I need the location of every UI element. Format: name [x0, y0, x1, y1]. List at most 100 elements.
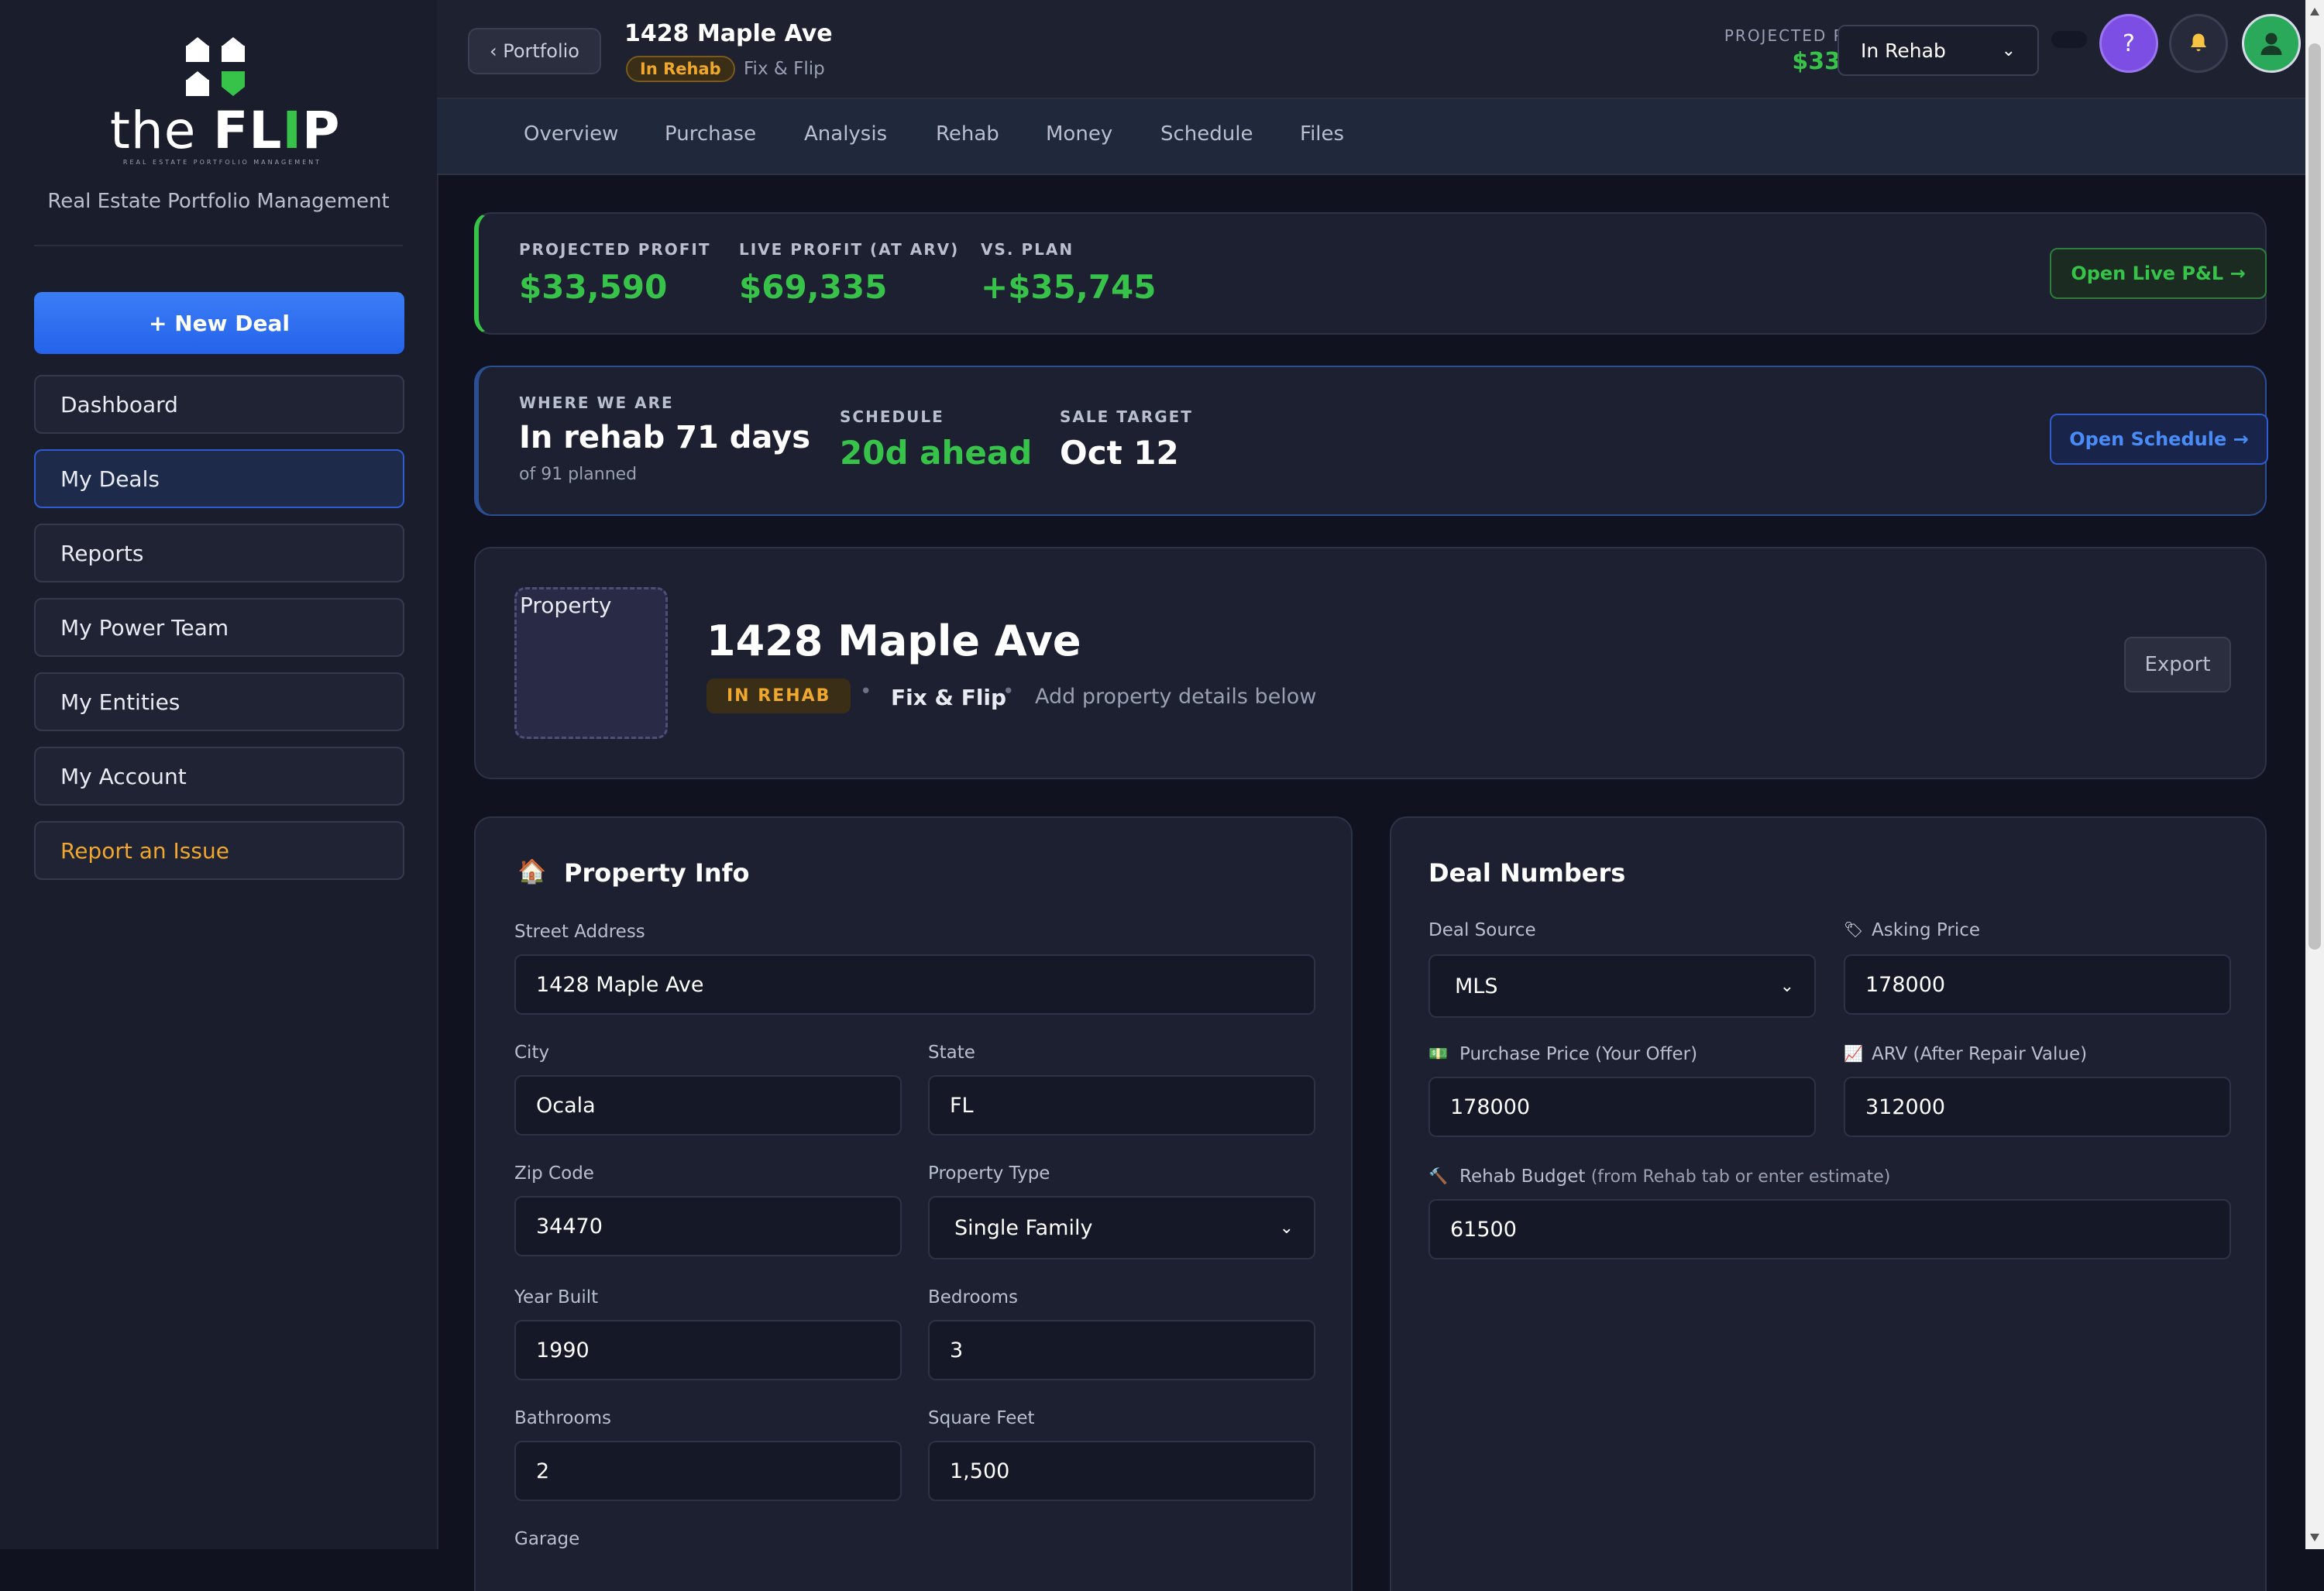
asking-price-label: Asking Price — [1872, 920, 1981, 940]
status-select[interactable]: In Rehab ⌄ — [1838, 25, 2039, 76]
bathrooms-input[interactable]: 2 — [514, 1441, 902, 1501]
kpi-vs-plan-label: VS. PLAN — [981, 240, 1074, 259]
sidebar-item-account[interactable]: My Account — [34, 747, 404, 806]
purchase-price-label: Purchase Price (Your Offer) — [1459, 1044, 1698, 1064]
kpi-vs-plan-value: +$35,745 — [981, 268, 1157, 306]
separator-dot: • — [1002, 680, 1015, 703]
back-to-portfolio-button[interactable]: ‹ Portfolio — [468, 28, 601, 74]
street-label: Street Address — [514, 922, 645, 942]
city-value: Ocala — [536, 1093, 596, 1118]
open-live-pl-button[interactable]: Open Live P&L → — [2050, 248, 2267, 299]
deal-numbers-title: Deal Numbers — [1428, 858, 1626, 888]
rehab-budget-value: 61500 — [1450, 1217, 1517, 1242]
chart-up-icon: 📈 — [1844, 1044, 1863, 1063]
street-value: 1428 Maple Ave — [536, 972, 704, 997]
sidebar: the FLIP REAL ESTATE PORTFOLIO MANAGEMEN… — [0, 0, 438, 1549]
schedule-value: 20d ahead — [840, 434, 1033, 472]
open-schedule-button[interactable]: Open Schedule → — [2050, 414, 2268, 465]
schedule-label: SCHEDULE — [840, 407, 944, 426]
property-status-badge: IN REHAB — [706, 679, 851, 713]
rehab-budget-input[interactable]: 61500 — [1428, 1199, 2231, 1259]
tab-files[interactable]: Files — [1300, 122, 1344, 146]
page-scrollbar[interactable] — [2305, 0, 2324, 1549]
help-button[interactable]: ? — [2099, 14, 2158, 73]
state-value: FL — [950, 1093, 974, 1118]
deal-source-select[interactable]: MLS ⌄ — [1428, 954, 1816, 1018]
state-input[interactable]: FL — [928, 1075, 1315, 1136]
state-label: State — [928, 1043, 975, 1063]
property-info-card: 🏠 Property Info Street Address 1428 Mapl… — [474, 816, 1353, 1591]
bathrooms-value: 2 — [536, 1459, 550, 1483]
year-built-input[interactable]: 1990 — [514, 1320, 902, 1380]
sidebar-item-entities[interactable]: My Entities — [34, 672, 404, 731]
zip-value: 34470 — [536, 1214, 603, 1239]
export-button[interactable]: Export — [2124, 637, 2231, 692]
arv-label: ARV (After Repair Value) — [1872, 1044, 2088, 1064]
property-hint: Add property details below — [1035, 685, 1317, 709]
property-type: Fix & Flip — [891, 685, 1007, 710]
logo-icon — [186, 37, 248, 99]
kpi-projected-profit-value: $33,590 — [519, 268, 668, 306]
schedule-summary-card: WHERE WE ARE In rehab 71 days of 91 plan… — [474, 366, 2268, 516]
sidebar-item-power-team[interactable]: My Power Team — [34, 598, 404, 657]
zip-label: Zip Code — [514, 1163, 594, 1184]
where-we-are-value: In rehab 71 days — [519, 420, 811, 455]
status-badge: In Rehab — [626, 56, 735, 82]
new-deal-button[interactable]: + New Deal — [34, 292, 404, 354]
deal-title: 1428 Maple Ave — [624, 20, 833, 47]
sale-target-value: Oct 12 — [1060, 434, 1179, 472]
tab-purchase[interactable]: Purchase — [665, 122, 756, 146]
tab-overview[interactable]: Overview — [524, 122, 618, 146]
scroll-down-arrow-icon[interactable] — [2310, 1534, 2319, 1541]
price-tag-icon: 🏷 — [1844, 920, 1864, 939]
property-type-select[interactable]: Single Family ⌄ — [928, 1196, 1315, 1259]
deal-tabs: Overview Purchase Analysis Rehab Money S… — [437, 99, 2324, 175]
app-tagline: Real Estate Portfolio Management — [47, 190, 390, 213]
purchase-price-input[interactable]: 178000 — [1428, 1077, 1816, 1137]
street-input[interactable]: 1428 Maple Ave — [514, 954, 1315, 1015]
sidebar-item-report-issue[interactable]: Report an Issue — [34, 821, 404, 880]
scrollbar-thumb[interactable] — [2309, 43, 2321, 950]
user-avatar[interactable] — [2242, 14, 2301, 73]
help-icon: ? — [2123, 29, 2135, 57]
garage-label: Garage — [514, 1529, 580, 1549]
deal-numbers-card: Deal Numbers Deal Source MLS ⌄ 🏷 Asking P… — [1390, 816, 2267, 1591]
notifications-button[interactable] — [2169, 14, 2228, 73]
square-feet-input[interactable]: 1,500 — [928, 1441, 1315, 1501]
sidebar-item-my-deals[interactable]: My Deals — [34, 449, 404, 508]
tab-schedule[interactable]: Schedule — [1160, 122, 1253, 146]
asking-price-input[interactable]: 178000 — [1844, 954, 2231, 1015]
bedrooms-input[interactable]: 3 — [928, 1320, 1315, 1380]
tab-analysis[interactable]: Analysis — [804, 122, 887, 146]
zip-input[interactable]: 34470 — [514, 1196, 902, 1256]
logo-wordmark: the FLIP — [110, 101, 341, 160]
hammer-icon: 🔨 — [1428, 1167, 1448, 1185]
logo-tagline: REAL ESTATE PORTFOLIO MANAGEMENT — [122, 159, 322, 166]
city-input[interactable]: Ocala — [514, 1075, 902, 1136]
tab-money[interactable]: Money — [1046, 122, 1112, 146]
square-feet-value: 1,500 — [950, 1459, 1010, 1483]
sale-target-label: SALE TARGET — [1060, 407, 1193, 426]
rehab-budget-label: Rehab Budget (from Rehab tab or enter es… — [1459, 1167, 1890, 1187]
year-built-value: 1990 — [536, 1338, 590, 1362]
deal-source-label: Deal Source — [1428, 920, 1536, 940]
theme-toggle[interactable] — [2051, 31, 2087, 48]
bedrooms-label: Bedrooms — [928, 1287, 1019, 1308]
property-image[interactable]: Property — [514, 587, 668, 739]
kpi-live-profit-label: LIVE PROFIT (AT ARV) — [739, 240, 960, 259]
property-type-value: Single Family — [954, 1215, 1093, 1240]
scroll-up-arrow-icon[interactable] — [2310, 8, 2319, 15]
chevron-down-icon: ⌄ — [1279, 1218, 1294, 1238]
where-we-are-sub: of 91 planned — [519, 465, 638, 484]
property-info-title: Property Info — [564, 858, 750, 888]
house-icon: 🏠 — [517, 858, 547, 885]
sidebar-item-reports[interactable]: Reports — [34, 524, 404, 582]
arv-input[interactable]: 312000 — [1844, 1077, 2231, 1137]
property-header-card: Property 1428 Maple Ave IN REHAB • Fix &… — [474, 547, 2267, 779]
sidebar-item-dashboard[interactable]: Dashboard — [34, 375, 404, 434]
rehab-budget-label-text: Rehab Budget — [1459, 1167, 1586, 1187]
square-feet-label: Square Feet — [928, 1408, 1035, 1428]
property-title: 1428 Maple Ave — [706, 617, 1081, 665]
tab-rehab[interactable]: Rehab — [936, 122, 999, 146]
purchase-price-value: 178000 — [1450, 1094, 1531, 1119]
